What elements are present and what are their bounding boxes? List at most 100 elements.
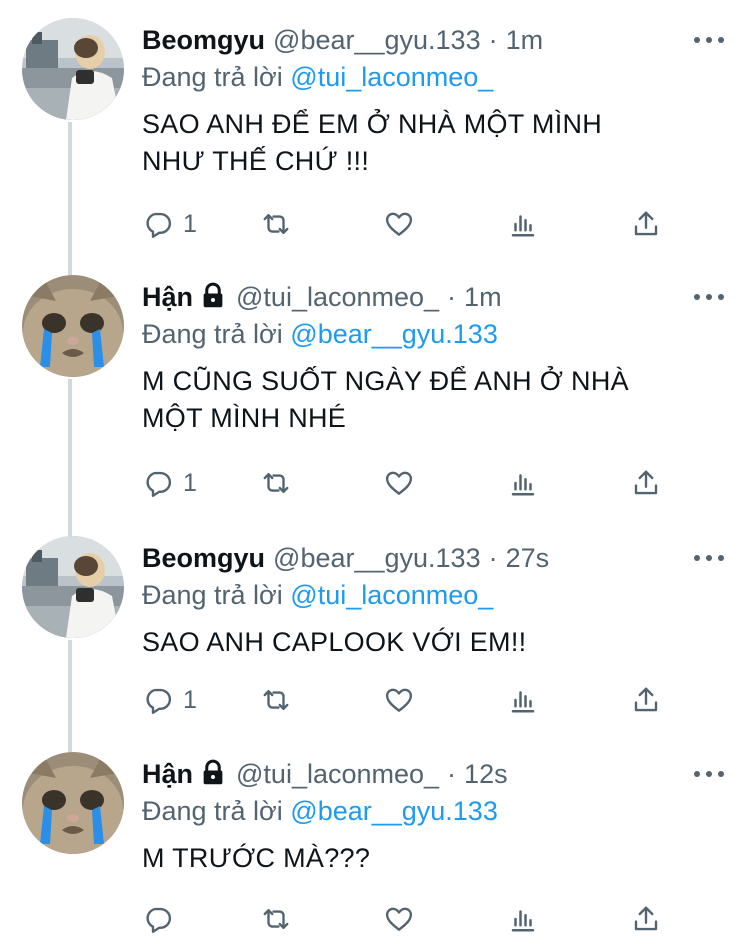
reply-icon [146, 907, 172, 933]
more-icon[interactable] [694, 287, 724, 307]
display-name[interactable]: Hận [142, 279, 193, 315]
tweet-text: M TRƯỚC MÀ??? [142, 840, 722, 877]
tweet-header: Hận @tui_laconmeo_ · 12s [142, 756, 508, 792]
replying-to-handle[interactable]: @bear__gyu.133 [290, 796, 498, 826]
thread-line [68, 379, 72, 519]
tweet-text-line: M TRƯỚC MÀ??? [142, 843, 371, 873]
lock-icon [203, 282, 223, 307]
replying-to: Đang trả lời @bear__gyu.133 [142, 793, 498, 829]
display-name[interactable]: Hận [142, 756, 193, 792]
tweet-header: Beomgyu @bear__gyu.133 · 27s [142, 540, 549, 576]
tweet-actions [143, 902, 663, 936]
replying-to-label: Đang trả lời [142, 796, 283, 826]
heart-icon [385, 688, 413, 712]
user-handle[interactable]: @bear__gyu.133 [273, 540, 481, 576]
tweet-text: SAO ANH ĐỂ EM Ở NHÀ MỘT MÌNH NHƯ THẾ CHỨ… [142, 106, 722, 180]
replying-to-label: Đang trả lời [142, 62, 283, 92]
like-button[interactable] [384, 902, 414, 936]
replying-to-handle[interactable]: @bear__gyu.133 [290, 319, 498, 349]
retweet-button[interactable] [261, 207, 291, 241]
retweet-icon [263, 909, 289, 929]
user-handle[interactable]: @tui_laconmeo_ [236, 279, 439, 315]
share-icon [634, 211, 658, 236]
tweet-text-line: NHƯ THẾ CHỨ !!! [142, 146, 370, 176]
thread-line [68, 640, 72, 740]
avatar[interactable] [22, 275, 124, 377]
reply-button[interactable]: 1 [143, 207, 197, 241]
analytics-button[interactable] [508, 902, 538, 936]
like-button[interactable] [384, 207, 414, 241]
analytics-button[interactable] [508, 466, 538, 500]
reply-icon [146, 688, 172, 714]
like-button[interactable] [384, 683, 414, 717]
thread-line [68, 257, 72, 275]
tweet-text-line: SAO ANH ĐỂ EM Ở NHÀ MỘT MÌNH [142, 109, 603, 139]
replying-to-handle[interactable]: @tui_laconmeo_ [290, 580, 493, 610]
replying-to-label: Đang trả lời [142, 580, 283, 610]
timestamp[interactable]: 1m [506, 22, 544, 58]
timestamp[interactable]: 12s [464, 756, 508, 792]
display-name[interactable]: Beomgyu [142, 22, 265, 58]
reply-icon [146, 471, 172, 497]
share-icon [634, 470, 658, 495]
tweet-actions: 1 [143, 466, 663, 500]
tweet[interactable]: Hận @tui_laconmeo_ · 1m Đang trả lời @be… [0, 257, 750, 519]
analytics-button[interactable] [508, 683, 538, 717]
tweet-text-line: SAO ANH CAPLOOK VỚI EM!! [142, 627, 527, 657]
reply-count: 1 [183, 209, 197, 238]
analytics-icon [511, 691, 535, 713]
share-icon [634, 906, 658, 931]
separator-dot: · [488, 25, 498, 55]
analytics-icon [511, 215, 535, 237]
lock-icon [203, 759, 223, 784]
tweet[interactable]: Beomgyu @bear__gyu.133 · 1m Đang trả lời… [0, 0, 750, 262]
tweet-header: Beomgyu @bear__gyu.133 · 1m [142, 22, 543, 58]
replying-to-handle[interactable]: @tui_laconmeo_ [290, 62, 493, 92]
reply-button[interactable] [143, 902, 183, 936]
reply-button[interactable]: 1 [143, 466, 197, 500]
analytics-icon [511, 474, 535, 496]
thread-line [68, 518, 72, 536]
tweet-text: SAO ANH CAPLOOK VỚI EM!! [142, 624, 722, 661]
avatar[interactable] [22, 18, 124, 120]
analytics-icon [511, 910, 535, 932]
retweet-button[interactable] [261, 902, 291, 936]
separator-dot: · [447, 759, 457, 789]
retweet-icon [263, 690, 289, 710]
retweet-button[interactable] [261, 683, 291, 717]
heart-icon [385, 471, 413, 495]
user-handle[interactable]: @tui_laconmeo_ [236, 756, 439, 792]
replying-to: Đang trả lời @bear__gyu.133 [142, 316, 498, 352]
tweet[interactable]: Hận @tui_laconmeo_ · 12s Đang trả lời @b… [0, 734, 750, 945]
share-button[interactable] [631, 466, 661, 500]
avatar[interactable] [22, 752, 124, 854]
timestamp[interactable]: 27s [506, 540, 550, 576]
share-button[interactable] [631, 207, 661, 241]
user-handle[interactable]: @bear__gyu.133 [273, 22, 481, 58]
like-button[interactable] [384, 466, 414, 500]
thread-line [68, 122, 72, 262]
separator-dot: · [447, 282, 457, 312]
reply-count: 1 [183, 685, 197, 714]
retweet-icon [263, 214, 289, 234]
tweet-thread: Beomgyu @bear__gyu.133 · 1m Đang trả lời… [0, 0, 750, 945]
retweet-button[interactable] [261, 466, 291, 500]
analytics-button[interactable] [508, 207, 538, 241]
timestamp[interactable]: 1m [464, 279, 502, 315]
more-icon[interactable] [694, 30, 724, 50]
retweet-icon [263, 473, 289, 493]
thread-line [68, 734, 72, 752]
share-button[interactable] [631, 902, 661, 936]
display-name[interactable]: Beomgyu [142, 540, 265, 576]
separator-dot: · [488, 543, 498, 573]
more-icon[interactable] [694, 764, 724, 784]
share-icon [634, 687, 658, 712]
more-icon[interactable] [694, 548, 724, 568]
reply-button[interactable]: 1 [143, 683, 197, 717]
tweet-header: Hận @tui_laconmeo_ · 1m [142, 279, 502, 315]
tweet[interactable]: Beomgyu @bear__gyu.133 · 27s Đang trả lờ… [0, 518, 750, 740]
avatar[interactable] [22, 536, 124, 638]
heart-icon [385, 212, 413, 236]
reply-icon [146, 212, 172, 238]
share-button[interactable] [631, 683, 661, 717]
